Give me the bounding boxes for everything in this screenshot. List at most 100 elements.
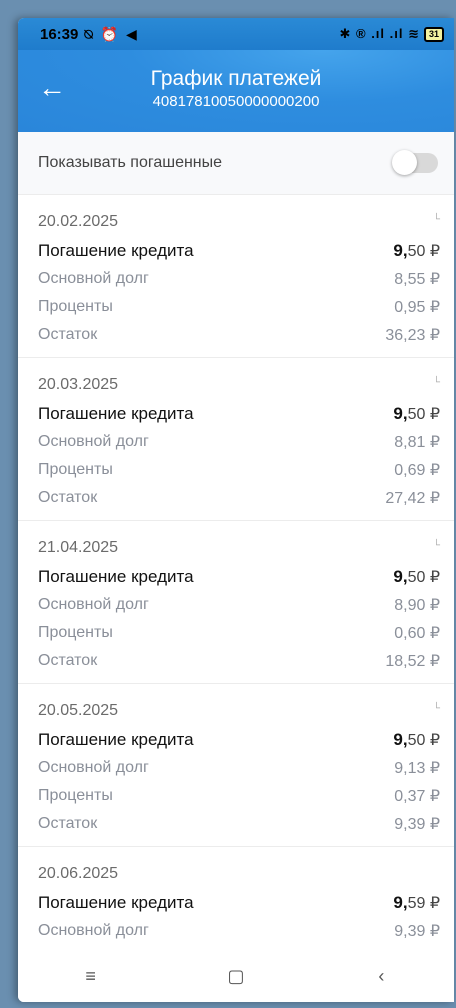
payment-amount: 9,50 ₽ (393, 404, 440, 424)
remaining-label: Остаток (38, 326, 98, 343)
interest-value: 0,60 ₽ (394, 625, 440, 642)
payment-amount-row: Погашение кредита 9,50 ₽ (38, 237, 440, 265)
corner-mark-icon: └ (432, 702, 440, 714)
interest-row: Проценты 0,95 ₽ (38, 293, 440, 321)
principal-value: 8,55 ₽ (394, 271, 440, 288)
payment-item[interactable]: 20.06.2025 Погашение кредита 9,59 ₽ Осно… (18, 847, 454, 953)
payment-amount-frac: 50 ₽ (407, 406, 440, 423)
remaining-value: 36,23 ₽ (385, 327, 440, 344)
principal-value: 8,81 ₽ (394, 434, 440, 451)
principal-row: Основной долг 8,90 ₽ (38, 591, 440, 619)
payment-item[interactable]: 20.05.2025 └ Погашение кредита 9,50 ₽ Ос… (18, 684, 454, 847)
remaining-row: Остаток 27,42 ₽ (38, 484, 440, 512)
payment-label: Погашение кредита (38, 404, 194, 423)
payment-amount-frac: 59 ₽ (407, 895, 440, 912)
principal-value: 8,90 ₽ (394, 597, 440, 614)
corner-mark-icon: └ (432, 539, 440, 551)
payment-date: 20.02.2025 (38, 213, 119, 230)
remaining-label: Остаток (38, 652, 98, 669)
payment-amount: 9,59 ₽ (393, 893, 440, 913)
principal-row: Основной долг 8,81 ₽ (38, 428, 440, 456)
app-bar: ← График платежей 40817810050000000200 (18, 50, 454, 132)
interest-value: 0,95 ₽ (394, 299, 440, 316)
payment-label: Погашение кредита (38, 893, 194, 912)
remaining-value: 9,39 ₽ (394, 816, 440, 833)
principal-label: Основной долг (38, 433, 149, 450)
interest-label: Проценты (38, 624, 113, 641)
payment-amount-int: 9, (393, 404, 408, 423)
back-arrow-icon[interactable]: ← (38, 74, 66, 102)
remaining-row: Остаток 18,52 ₽ (38, 647, 440, 675)
remaining-row: Остаток 36,23 ₽ (38, 321, 440, 349)
page-title: График платежей (150, 66, 322, 90)
payment-amount-int: 9, (393, 730, 408, 749)
payment-date: 20.03.2025 (38, 376, 119, 393)
payment-label: Погашение кредита (38, 730, 194, 749)
payment-label: Погашение кредита (38, 567, 194, 586)
status-time: 16:39 (40, 25, 79, 43)
battery-icon: 31 (423, 26, 444, 42)
payment-amount-row: Погашение кредита 9,50 ₽ (38, 400, 440, 428)
show-paid-label: Показывать погашенные (38, 154, 223, 171)
principal-label: Основной долг (38, 922, 149, 939)
payment-date-row: 20.02.2025 └ (38, 195, 440, 237)
payment-amount-int: 9, (393, 893, 408, 912)
payment-amount-frac: 50 ₽ (407, 243, 440, 260)
payment-item[interactable]: 21.04.2025 └ Погашение кредита 9,50 ₽ Ос… (18, 521, 454, 684)
payment-date-row: 20.06.2025 (38, 847, 440, 889)
interest-row: Проценты 0,60 ₽ (38, 619, 440, 647)
remaining-label: Остаток (38, 489, 98, 506)
payment-amount-frac: 50 ₽ (407, 569, 440, 586)
payment-amount-int: 9, (393, 567, 408, 586)
payment-item[interactable]: 20.03.2025 └ Погашение кредита 9,50 ₽ Ос… (18, 358, 454, 521)
interest-row: Проценты 0,69 ₽ (38, 456, 440, 484)
payment-amount: 9,50 ₽ (393, 730, 440, 750)
interest-label: Проценты (38, 787, 113, 804)
payment-date-row: 21.04.2025 └ (38, 521, 440, 563)
payment-amount: 9,50 ₽ (393, 567, 440, 587)
principal-row: Основной долг 9,13 ₽ (38, 754, 440, 782)
payment-date-row: 20.05.2025 └ (38, 684, 440, 726)
home-icon[interactable]: ▢ (206, 966, 266, 987)
payment-date: 21.04.2025 (38, 539, 119, 556)
status-bar: 16:39 ⍉ ⏰ ◀ ✱ ® .ıl .ıl ≋ 31 (18, 18, 454, 50)
nav-back-icon[interactable]: ‹ (351, 966, 411, 987)
system-nav-bar: ≡ ▢ ‹ (18, 950, 454, 1002)
payment-item[interactable]: 20.02.2025 └ Погашение кредита 9,50 ₽ Ос… (18, 195, 454, 358)
notification-icons: ⍉ ⏰ ◀ (84, 25, 139, 42)
remaining-value: 18,52 ₽ (385, 653, 440, 670)
remaining-value: 27,42 ₽ (385, 490, 440, 507)
show-paid-switch[interactable] (392, 150, 438, 175)
payment-amount-row: Погашение кредита 9,59 ₽ (38, 889, 440, 917)
interest-value: 0,37 ₽ (394, 788, 440, 805)
payment-amount-frac: 50 ₽ (407, 732, 440, 749)
show-paid-toggle-row[interactable]: Показывать погашенные (18, 132, 454, 195)
payment-amount-row: Погашение кредита 9,50 ₽ (38, 563, 440, 591)
interest-row: Проценты 0,37 ₽ (38, 782, 440, 810)
payment-date-row: 20.03.2025 └ (38, 358, 440, 400)
signal-icons: ✱ ® .ıl .ıl ≋ (339, 26, 420, 41)
corner-mark-icon: └ (432, 213, 440, 225)
interest-label: Проценты (38, 461, 113, 478)
remaining-row: Остаток 9,39 ₽ (38, 810, 440, 838)
payment-label: Погашение кредита (38, 241, 194, 260)
principal-row: Основной долг 9,39 ₽ (38, 917, 440, 945)
principal-value: 9,13 ₽ (394, 760, 440, 777)
phone-screen: 16:39 ⍉ ⏰ ◀ ✱ ® .ıl .ıl ≋ 31 ← График пл… (18, 18, 454, 1002)
account-number: 40817810050000000200 (152, 92, 320, 110)
payment-amount: 9,50 ₽ (393, 241, 440, 261)
interest-label: Проценты (38, 298, 113, 315)
principal-row: Основной долг 8,55 ₽ (38, 265, 440, 293)
switch-knob (392, 150, 417, 175)
principal-label: Основной долг (38, 270, 149, 287)
payment-date: 20.05.2025 (38, 702, 119, 719)
payment-amount-row: Погашение кредита 9,50 ₽ (38, 726, 440, 754)
principal-label: Основной долг (38, 596, 149, 613)
corner-mark-icon: └ (432, 376, 440, 388)
principal-label: Основной долг (38, 759, 149, 776)
menu-icon[interactable]: ≡ (61, 966, 121, 987)
interest-value: 0,69 ₽ (394, 462, 440, 479)
payment-amount-int: 9, (393, 241, 408, 260)
payment-date: 20.06.2025 (38, 865, 119, 882)
remaining-label: Остаток (38, 815, 98, 832)
